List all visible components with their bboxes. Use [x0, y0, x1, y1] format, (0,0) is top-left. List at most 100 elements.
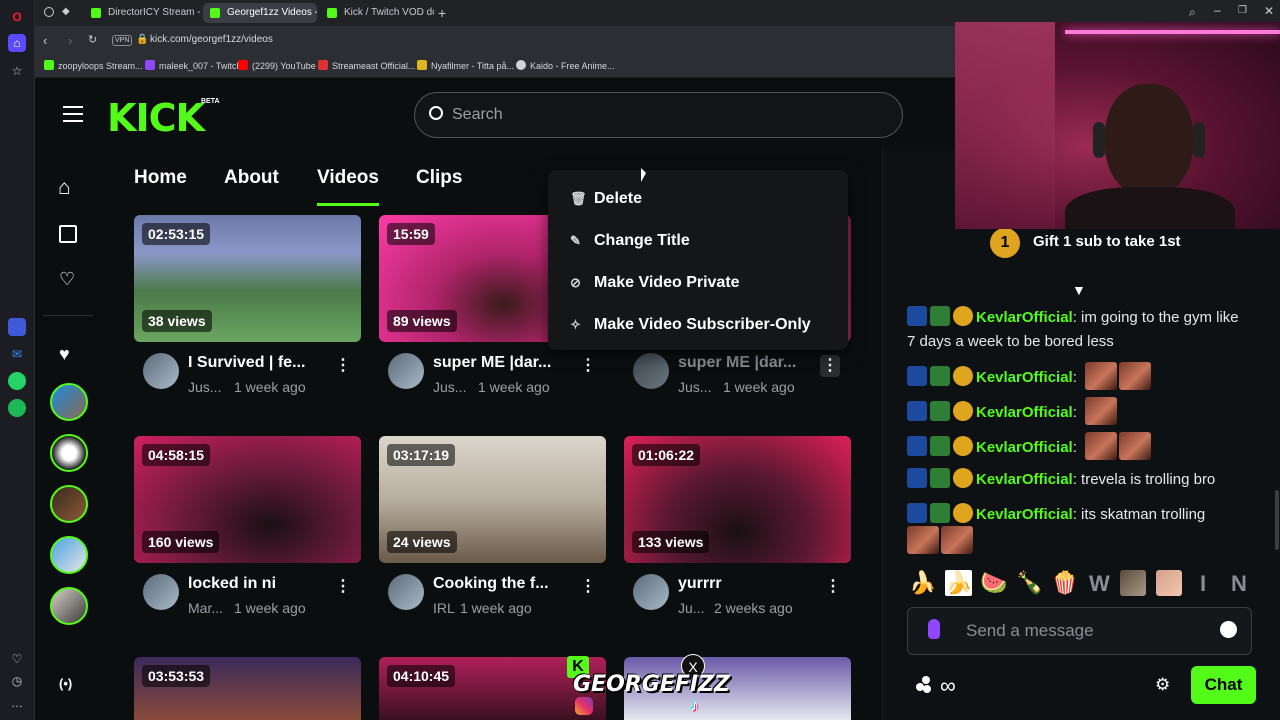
banana-emote-icon[interactable]: 🍌 — [909, 570, 936, 596]
chat-username[interactable]: KevlarOfficial — [976, 369, 1073, 386]
heart-icon[interactable]: ♡ — [8, 650, 26, 668]
cat-emote-icon[interactable] — [1120, 570, 1146, 596]
followed-channel-avatar[interactable] — [50, 383, 88, 421]
video-category[interactable]: Jus... — [433, 379, 466, 395]
chat-username[interactable]: KevlarOfficial — [976, 506, 1073, 523]
minimize-icon[interactable]: – — [1214, 3, 1221, 17]
menu-item-change-title[interactable]: ✎ Change Title — [570, 232, 690, 250]
video-more-icon[interactable]: ⋮ — [825, 579, 841, 595]
video-title[interactable]: locked in ni — [188, 575, 276, 593]
bookmark-youtube[interactable]: (2299) YouTube — [238, 60, 316, 71]
watermelon-emote-icon[interactable]: 🍉 — [980, 570, 1007, 596]
followed-channel-avatar[interactable] — [50, 485, 88, 523]
followed-channel-avatar[interactable] — [50, 587, 88, 625]
spotify-icon[interactable] — [8, 399, 26, 417]
video-more-icon[interactable]: ⋮ — [580, 579, 596, 595]
video-category[interactable]: Jus... — [188, 379, 221, 395]
chat-username[interactable]: KevlarOfficial — [976, 471, 1073, 488]
menu-item-delete[interactable]: 🗑 Delete — [570, 190, 642, 208]
tab-home[interactable]: Home — [134, 167, 187, 189]
search-input[interactable]: Search — [452, 106, 503, 124]
tab-directoricy[interactable]: DirectorICY Stream - Wat... — [84, 3, 202, 23]
chat-settings-gear-icon[interactable]: ⚙ — [1155, 675, 1170, 695]
n-emote-icon[interactable]: N — [1231, 571, 1247, 597]
video-more-icon[interactable]: ⋮ — [820, 355, 840, 377]
tab-vod-downloader[interactable]: Kick / Twitch VOD downlo... — [320, 3, 434, 23]
tab-about[interactable]: About — [224, 167, 279, 189]
bookmark-kaido[interactable]: Kaido - Free Anime... — [516, 60, 615, 71]
close-window-icon[interactable]: ✕ — [1264, 4, 1274, 18]
home-nav-icon[interactable]: ⌂ — [58, 176, 71, 200]
video-thumbnail[interactable]: 03:53:53 — [134, 657, 361, 720]
new-tab-icon[interactable]: + — [438, 5, 446, 21]
dancing-banana-emote-icon[interactable]: 🍌 — [945, 570, 973, 596]
video-thumbnail[interactable]: 01:06:22 133 views — [624, 436, 851, 563]
pinned-toggle-icon[interactable]: ▼ — [1072, 282, 1086, 298]
app-icon[interactable] — [8, 318, 26, 336]
video-more-icon[interactable]: ⋮ — [335, 358, 351, 374]
chat-scrollbar[interactable] — [1275, 490, 1279, 550]
video-title[interactable]: super ME |dar... — [433, 354, 551, 372]
tab-clips[interactable]: Clips — [416, 167, 462, 189]
history-icon[interactable]: ◷ — [8, 672, 26, 690]
live-signal-icon[interactable]: (•) — [59, 676, 72, 691]
chat-username[interactable]: KevlarOfficial — [976, 404, 1073, 421]
search-tabs-icon[interactable]: ⌕ — [1189, 5, 1196, 20]
workspace-icon[interactable] — [44, 7, 54, 17]
video-title[interactable]: yurrrr — [678, 575, 722, 593]
chat-message-input[interactable]: Send a message — [966, 621, 1094, 641]
channel-avatar[interactable] — [388, 574, 424, 610]
channel-avatar[interactable] — [388, 353, 424, 389]
whatsapp-icon[interactable] — [8, 372, 26, 390]
channel-avatar[interactable] — [143, 353, 179, 389]
reload-icon[interactable]: ↻ — [88, 33, 97, 46]
video-category[interactable]: Jus... — [678, 379, 711, 395]
hamburger-menu-icon[interactable] — [63, 106, 83, 122]
infinity-icon[interactable]: ∞ — [940, 673, 956, 699]
back-icon[interactable]: ‹ — [43, 33, 47, 48]
face-emote-icon[interactable] — [1156, 570, 1182, 596]
video-more-icon[interactable]: ⋮ — [580, 358, 596, 374]
channel-avatar[interactable] — [633, 574, 669, 610]
maximize-icon[interactable]: ❐ — [1238, 5, 1247, 16]
video-title[interactable]: Cooking the f... — [433, 575, 549, 593]
snap-icon[interactable]: ◆ — [62, 6, 70, 17]
video-thumbnail[interactable]: 02:53:15 38 views — [134, 215, 361, 342]
followed-channel-avatar[interactable] — [50, 434, 88, 472]
bottle-emote-icon[interactable]: 🍾 — [1016, 570, 1043, 596]
chat-username[interactable]: KevlarOfficial — [976, 309, 1073, 326]
emoji-picker-icon[interactable] — [1220, 621, 1237, 638]
video-thumbnail[interactable]: 03:17:19 24 views — [379, 436, 606, 563]
url-field[interactable]: kick.com/georgef1zz/videos — [150, 34, 273, 45]
video-category[interactable]: Ju... — [678, 600, 704, 616]
bookmark-maleek[interactable]: maleek_007 - Twitch — [145, 60, 241, 71]
vpn-badge[interactable]: VPN — [112, 35, 133, 46]
kick-logo[interactable]: KICK — [107, 96, 205, 140]
menu-item-make-private[interactable]: ⊘ Make Video Private — [570, 274, 740, 292]
followed-channel-avatar[interactable] — [50, 536, 88, 574]
video-title[interactable]: I Survived | fe... — [188, 354, 305, 372]
popcorn-emote-icon[interactable]: 🍿 — [1051, 570, 1078, 596]
bookmark-zoopyloops[interactable]: zoopyloops Stream... — [44, 60, 143, 71]
w-emote-icon[interactable]: W — [1089, 571, 1110, 597]
bookmark-streameast[interactable]: Streameast Official... — [318, 60, 415, 71]
channel-avatar[interactable] — [633, 353, 669, 389]
bookmark-nyafilmer[interactable]: Nyafilmer - Titta på... — [417, 60, 514, 71]
tab-videos[interactable]: Videos — [317, 167, 379, 189]
tab-georgef1zz[interactable]: Georgef1zz Videos - Watc... — [203, 3, 317, 23]
send-chat-button[interactable]: Chat — [1191, 666, 1256, 704]
menu-item-subscriber-only[interactable]: ✧ Make Video Subscriber-Only — [570, 316, 811, 334]
forward-icon[interactable]: › — [68, 33, 72, 48]
messenger-icon[interactable]: ✉ — [8, 345, 26, 363]
i-emote-icon[interactable]: I — [1200, 571, 1206, 597]
points-icon[interactable] — [916, 676, 934, 694]
video-more-icon[interactable]: ⋮ — [335, 579, 351, 595]
video-category[interactable]: IRL — [433, 600, 455, 616]
gift-sub-prompt[interactable]: Gift 1 sub to take 1st — [1033, 233, 1181, 250]
video-thumbnail[interactable]: 04:58:15 160 views — [134, 436, 361, 563]
chat-username[interactable]: KevlarOfficial — [976, 439, 1073, 456]
microphone-icon[interactable] — [928, 619, 940, 639]
more-icon[interactable]: … — [8, 694, 26, 712]
browse-nav-icon[interactable] — [59, 225, 77, 243]
channel-avatar[interactable] — [143, 574, 179, 610]
